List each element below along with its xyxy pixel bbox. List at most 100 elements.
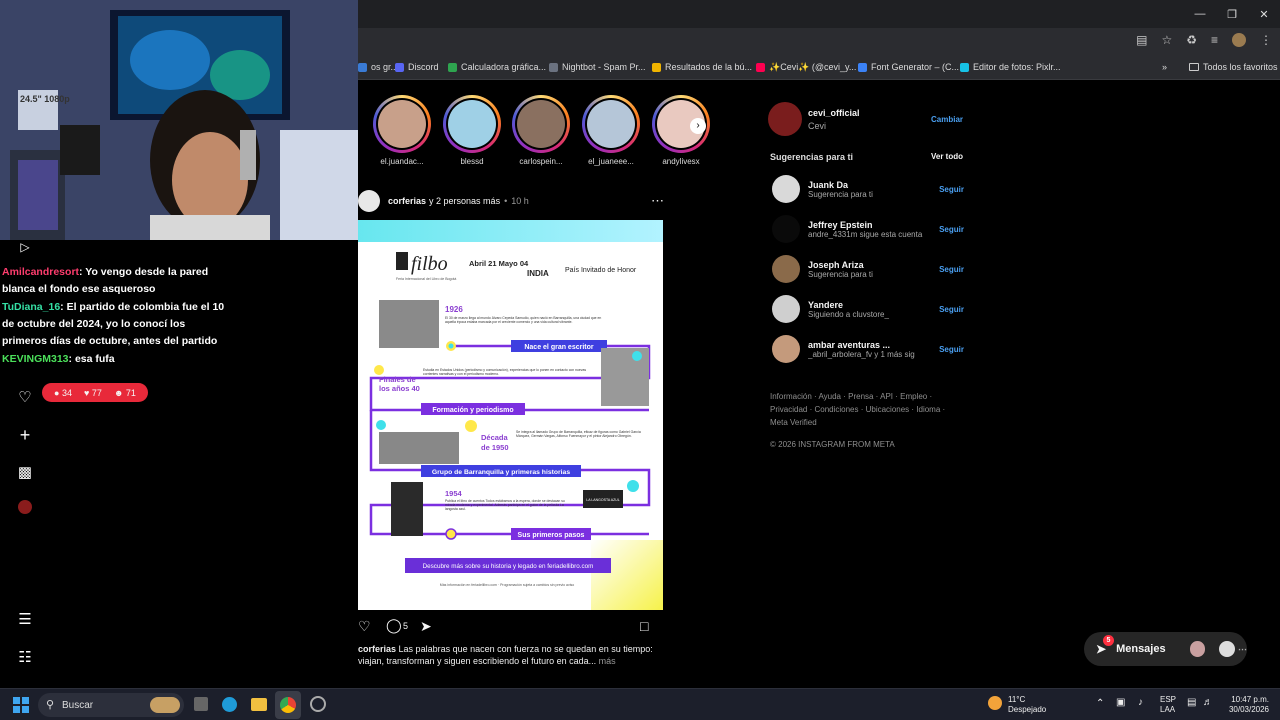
chat-user[interactable]: Amilcandresort xyxy=(2,266,79,278)
stats-icon[interactable]: ▩ xyxy=(16,463,34,481)
suggestion-avatar[interactable] xyxy=(772,335,800,363)
volume-icon[interactable]: ♬ xyxy=(1203,698,1213,708)
like-icon[interactable]: ♡ xyxy=(358,618,371,635)
menu-icon[interactable]: ⋮ xyxy=(1260,33,1272,47)
bookmarks-overflow-icon[interactable]: » xyxy=(1162,62,1167,72)
follow-button[interactable]: Seguir xyxy=(939,265,964,274)
close-icon[interactable]: ✕ xyxy=(1248,0,1280,28)
profile-icon[interactable] xyxy=(1232,33,1246,47)
extensions-icon[interactable]: ♻ xyxy=(1186,33,1197,47)
chat-text: : esa fufa xyxy=(68,353,115,365)
task-view-icon[interactable] xyxy=(194,697,208,711)
bookmark-label: ✨Cevi✨ (@cevi_y... xyxy=(769,62,857,72)
story-item[interactable]: carlospein... xyxy=(506,95,576,166)
caption-more[interactable]: más xyxy=(599,656,616,666)
follow-button[interactable]: Seguir xyxy=(939,225,964,234)
suggestion-name[interactable]: Juank Da xyxy=(808,180,939,190)
post-image[interactable]: filbo Abril 21 Mayo 04 INDIA País Invita… xyxy=(351,220,663,610)
bookmark-item[interactable]: Nightbot - Spam Pr... xyxy=(549,62,646,72)
story-item[interactable]: andylivesx xyxy=(646,95,716,166)
profile-avatar-icon[interactable] xyxy=(16,500,34,518)
filbo-infographic: filbo Abril 21 Mayo 04 INDIA País Invita… xyxy=(351,220,663,610)
menu-icon[interactable]: ☰ xyxy=(16,610,34,628)
suggestion-name[interactable]: Yandere xyxy=(808,300,939,310)
bookmark-item[interactable]: os gr... xyxy=(358,62,398,72)
video-icon[interactable]: ▷ xyxy=(16,240,34,258)
post-time: 10 h xyxy=(511,196,529,206)
suggestion-avatar[interactable] xyxy=(772,175,800,203)
share-icon[interactable]: ➤ xyxy=(420,618,432,635)
chrome-taskbar-button[interactable] xyxy=(275,691,301,719)
story-item[interactable]: blessd xyxy=(437,95,507,166)
file-explorer-icon[interactable] xyxy=(251,698,267,711)
bookmark-item[interactable]: ✨Cevi✨ (@cevi_y... xyxy=(756,62,856,73)
follow-button[interactable]: Seguir xyxy=(939,185,964,194)
bookmark-item[interactable]: Calculadora gráfica... xyxy=(448,62,546,72)
bookmark-item[interactable]: Discord xyxy=(395,62,439,72)
suggestion-avatar[interactable] xyxy=(772,295,800,323)
weather-icon[interactable] xyxy=(988,696,1002,710)
more-apps-icon[interactable]: ☷ xyxy=(16,648,34,666)
story-item[interactable]: el.juandac... xyxy=(367,95,437,166)
suggestion-name[interactable]: ambar aventuras ... xyxy=(808,340,939,350)
chat-message: KEVINGM313: esa fufa xyxy=(2,351,227,368)
story-ring xyxy=(512,95,570,153)
caption-author[interactable]: corferias xyxy=(358,644,396,654)
story-item[interactable]: el_juaneee... xyxy=(576,95,646,166)
post-options-icon[interactable]: ⋯ xyxy=(651,193,664,209)
clock[interactable]: 10:47 p.m. 30/03/2026 xyxy=(1224,695,1269,715)
webcam-overlay: 24.5" 1080p xyxy=(0,0,358,240)
messages-more-icon[interactable]: ⋯ xyxy=(1238,644,1247,655)
text-1954: Publica el libro de cuentos Todos estába… xyxy=(445,499,565,512)
bookmark-item[interactable]: Font Generator – (C... xyxy=(858,62,959,72)
save-icon[interactable]: □ xyxy=(640,618,648,634)
plus-icon[interactable]: + xyxy=(16,425,34,445)
minimize-icon[interactable]: — xyxy=(1184,0,1216,28)
profile-username[interactable]: cevi_official xyxy=(808,108,860,118)
follow-button[interactable]: Seguir xyxy=(939,305,964,314)
follow-button[interactable]: Seguir xyxy=(939,345,964,354)
cast-icon[interactable]: ▤ xyxy=(1136,33,1147,47)
comment-icon[interactable]: ◯ xyxy=(386,617,402,634)
app-icon[interactable] xyxy=(310,696,326,712)
all-bookmarks[interactable]: Todos los favoritos xyxy=(1189,62,1278,72)
tray-chevron-icon[interactable]: ⌃ xyxy=(1096,699,1104,709)
see-all-button[interactable]: Ver todo xyxy=(931,152,963,161)
stories-next-icon[interactable]: › xyxy=(690,118,706,134)
chat-user[interactable]: KEVINGM313 xyxy=(2,353,69,365)
post-author[interactable]: corferias xyxy=(388,196,426,206)
post-author-avatar[interactable] xyxy=(358,190,380,212)
heart-icon[interactable]: ♡ xyxy=(16,388,34,406)
messages-button[interactable]: ➤ 5 Mensajes ⋯ xyxy=(1084,632,1247,666)
suggestion-avatar[interactable] xyxy=(772,215,800,243)
mic-icon[interactable]: ♪ xyxy=(1138,698,1143,708)
footer-links[interactable]: Información · Ayuda · Prensa · API · Emp… xyxy=(770,390,950,429)
edge-icon[interactable] xyxy=(222,697,237,712)
suggestion-avatar[interactable] xyxy=(772,255,800,283)
suggestion-subtitle: Sugerencia para ti xyxy=(808,189,873,199)
bookmark-item[interactable]: Resultados de la bú... xyxy=(652,62,752,72)
chat-user[interactable]: TuDiana_16 xyxy=(2,301,60,313)
bookmark-item[interactable]: Editor de fotos: Pixlr... xyxy=(960,62,1061,72)
tray-app-icon[interactable]: ▣ xyxy=(1116,698,1125,708)
windows-start-icon[interactable] xyxy=(13,697,29,713)
year-1950: Década de 1950 xyxy=(481,433,509,452)
language-indicator[interactable]: ESP LAA xyxy=(1160,695,1176,715)
taskbar-search[interactable]: ⚲ Buscar xyxy=(38,693,184,717)
star-icon[interactable]: ☆ xyxy=(1161,33,1172,47)
switch-account-button[interactable]: Cambiar xyxy=(931,115,963,124)
band-3: Grupo de Barranquilla y primeras histori… xyxy=(432,469,570,476)
weather[interactable]: 11°C Despejado xyxy=(1008,695,1046,715)
bookmark-label: Calculadora gráfica... xyxy=(461,62,547,72)
messages-badge: 5 xyxy=(1103,635,1114,646)
post-collab[interactable]: y 2 personas más xyxy=(429,196,500,206)
network-icon[interactable]: ▤ xyxy=(1187,698,1196,708)
restore-icon[interactable]: ❐ xyxy=(1216,0,1248,28)
lang-primary: ESP xyxy=(1160,695,1177,704)
suggestion-row: ambar aventuras ... _abril_arbolera_fv y … xyxy=(772,334,964,364)
suggestion-name[interactable]: Jeffrey Epstein xyxy=(808,220,939,230)
media-icon[interactable]: ≡ xyxy=(1211,33,1218,47)
profile-avatar[interactable] xyxy=(768,102,802,136)
toolbar-icons: ▤ ☆ ♻ ≡ ⋮ xyxy=(1136,33,1272,47)
suggestion-name[interactable]: Joseph Ariza xyxy=(808,260,939,270)
